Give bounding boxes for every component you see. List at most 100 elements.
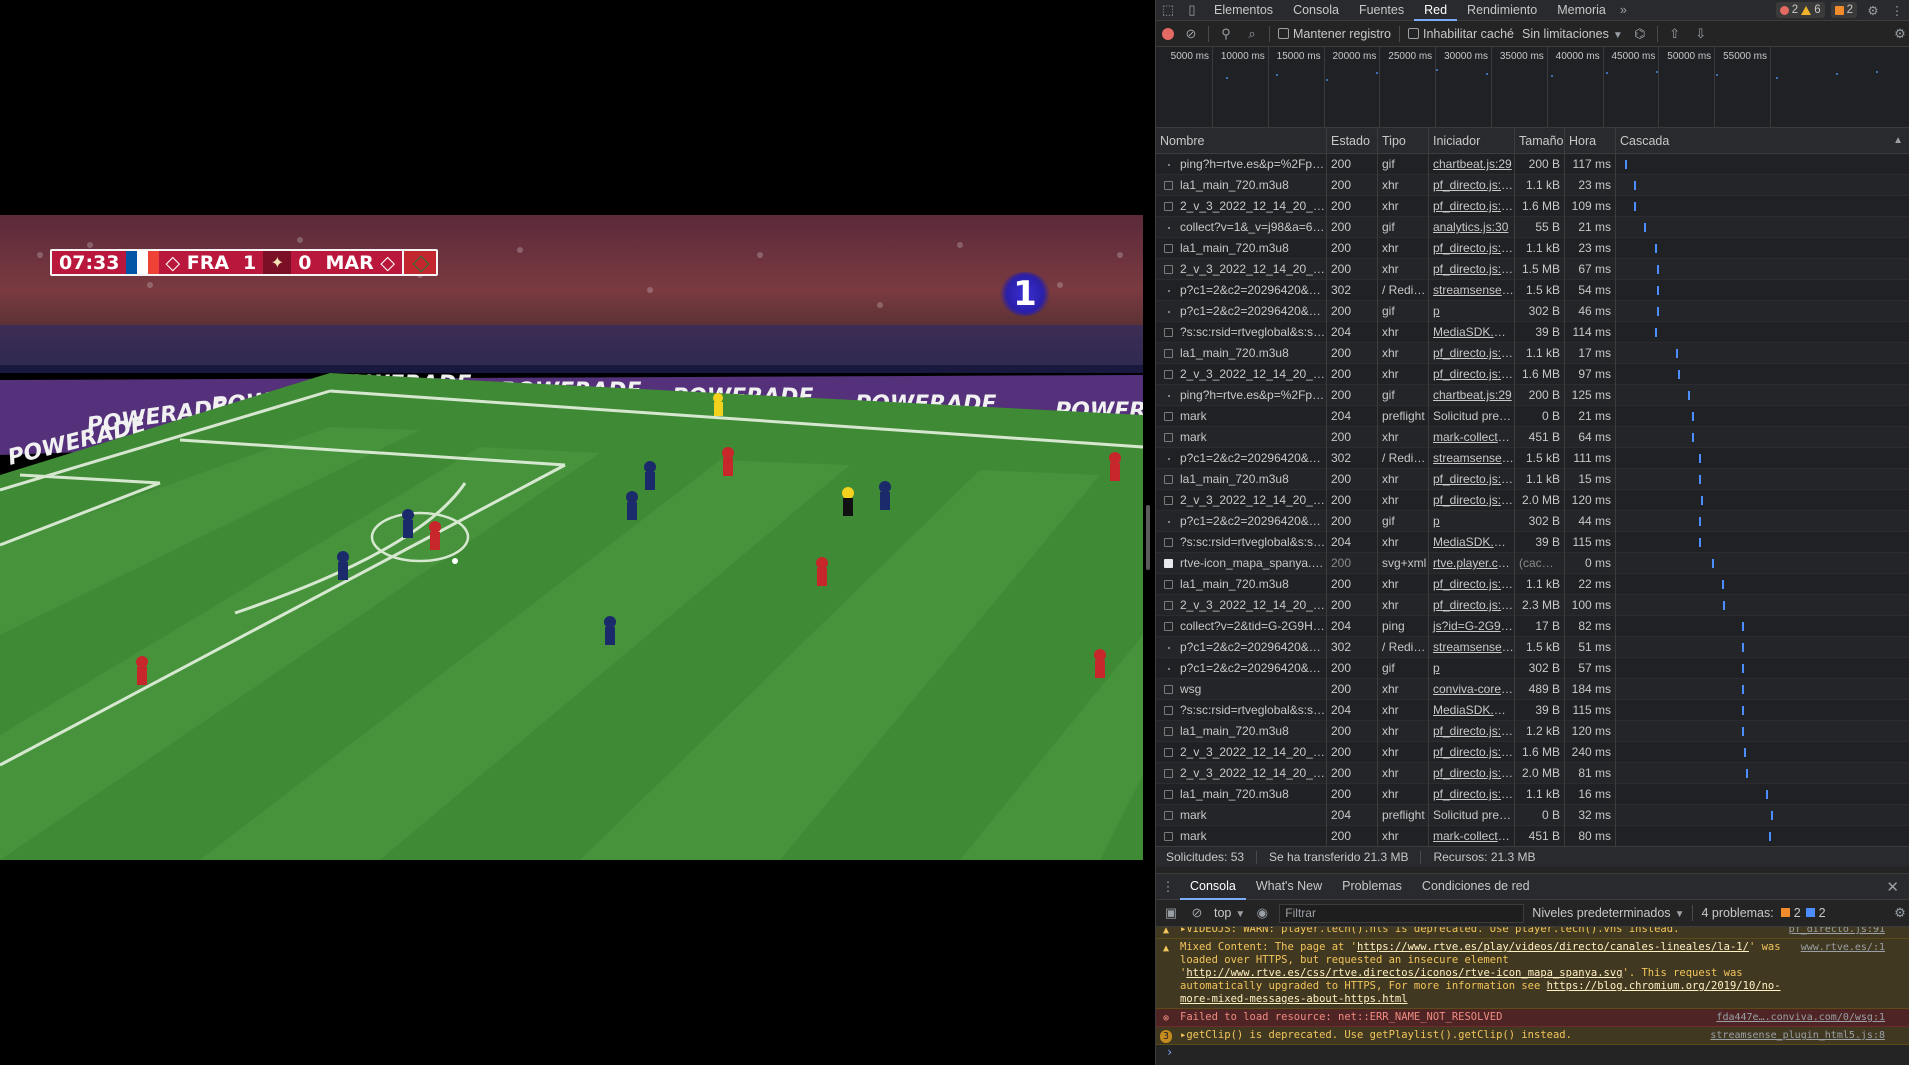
disable-cache-checkbox[interactable]: Inhabilitar caché [1407,27,1514,41]
log-source-link[interactable]: www.rtve.es/:1 [1801,941,1885,954]
table-row[interactable]: 2_v_3_2022_12_14_20_07_00...200xhrpf_dir… [1156,364,1909,385]
table-row[interactable]: mark 204 preflight Solicitud prepa... 0 B 21 … [1156,406,1909,427]
console-settings-icon[interactable]: ⚙ [1891,905,1909,921]
table-row[interactable]: 2_v_3_2022_12_14_20_06_50...200xhrpf_dir… [1156,196,1909,217]
drawer-tab-condiciones-red[interactable]: Condiciones de red [1412,873,1540,900]
row-initiator[interactable]: mark-collector... [1428,826,1514,846]
row-initiator[interactable]: pf_directo.js:78... [1428,196,1514,217]
table-row[interactable]: ping?h=rtve.es&p=%2Fplay%...200gifchartb… [1156,385,1909,406]
row-initiator[interactable]: pf_directo.js:78... [1428,364,1514,385]
row-initiator[interactable]: pf_directo.js:78... [1428,763,1514,784]
page-scrollbar[interactable] [1146,505,1150,570]
row-initiator[interactable]: streamsense_p... [1428,448,1514,469]
console-error-name-not-resolved[interactable]: ⊗ Failed to load resource: net::ERR_NAME… [1156,1009,1909,1027]
preserve-log-checkbox[interactable]: Mantener registro [1278,27,1391,41]
device-toolbar-icon[interactable]: ▯ [1180,2,1204,18]
table-row[interactable]: mark 200 xhr mark-collector... 451 B 80 ms [1156,826,1909,846]
row-initiator[interactable]: pf_directo.js:78... [1428,259,1514,280]
row-initiator[interactable]: conviva-core-s... [1428,679,1514,700]
tab-fuentes[interactable]: Fuentes [1349,0,1414,21]
row-initiator[interactable]: analytics.js:30 [1428,217,1514,238]
table-row[interactable]: 2_v_3_2022_12_14_20_07_10...200xhrpf_dir… [1156,595,1909,616]
log-levels-select[interactable]: Niveles predeterminados ▼ [1532,906,1684,920]
log-source-link[interactable]: pf_directo.js:91 [1789,927,1885,936]
row-initiator[interactable]: pf_directo.js:78... [1428,469,1514,490]
table-row[interactable]: p?c1=2&c2=20296420&ns_ap...200gifp302 B5… [1156,658,1909,679]
tab-red[interactable]: Red [1414,0,1458,21]
mixed-resource-link[interactable]: http://www.rtve.es/css/rtve.directos/ico… [1186,967,1622,979]
table-row[interactable]: p?c1=2&c2=20296420&ns_ap...200gifp302 B4… [1156,301,1909,322]
inspect-icon[interactable]: ⬚ [1156,2,1180,18]
table-row[interactable]: la1_main_720.m3u8200xhrpf_directo.js:78.… [1156,574,1909,595]
drawer-tab-problemas[interactable]: Problemas [1332,873,1412,900]
table-row[interactable]: 2_v_3_2022_12_14_20_07_05...200xhrpf_dir… [1156,490,1909,511]
clear-console-icon[interactable]: ⊘ [1188,905,1206,921]
table-row[interactable]: la1_main_720.m3u8200xhrpf_directo.js:78.… [1156,721,1909,742]
row-initiator[interactable]: pf_directo.js:78... [1428,490,1514,511]
row-initiator[interactable]: chartbeat.js:29 [1428,385,1514,406]
console-prompt-input[interactable]: › [1156,1045,1909,1061]
tab-elementos[interactable]: Elementos [1204,0,1283,21]
row-initiator[interactable]: Solicitud prepa... [1428,406,1514,427]
row-initiator[interactable]: streamsense_p... [1428,280,1514,301]
console-filter-input[interactable] [1279,903,1525,923]
table-row[interactable]: collect?v=1&_v=j98&a=62929...200gifanaly… [1156,217,1909,238]
more-tabs-icon[interactable]: » [1616,3,1631,17]
table-row[interactable]: ?s:sc:rsid=rtveglobal&s:sc:trac...204xhr… [1156,532,1909,553]
settings-gear-icon[interactable]: ⚙ [1861,3,1885,18]
search-icon[interactable]: ⌕ [1243,26,1261,42]
log-source-link[interactable]: streamsense_plugin_html5.js:8 [1710,1029,1885,1042]
col-iniciador[interactable]: Iniciador [1428,128,1514,153]
errors-warnings-badge[interactable]: 2 6 [1775,2,1825,18]
sidebar-toggle-icon[interactable]: ▣ [1162,905,1180,921]
row-initiator[interactable]: pf_directo.js:78... [1428,574,1514,595]
table-row[interactable]: collect?v=2&tid=G-2G9HMCP...204pingjs?id… [1156,616,1909,637]
video-frame[interactable]: POWERADE POWERADE POWERADE POWERADE POWE… [0,215,1143,860]
issues-badge[interactable]: 2 [1830,2,1857,18]
table-row[interactable]: 2_v_3_2022_12_14_20_07_15...200xhrpf_dir… [1156,742,1909,763]
drawer-tab-whats-new[interactable]: What's New [1246,873,1332,900]
log-source-link[interactable]: fda447e….conviva.com/0/wsg:1 [1716,1011,1885,1024]
network-conditions-icon[interactable]: ⌬ [1631,26,1649,42]
throttling-select[interactable]: Sin limitaciones ▼ [1522,27,1623,41]
row-initiator[interactable]: pf_directo.js:78... [1428,721,1514,742]
drawer-tab-consola[interactable]: Consola [1180,873,1246,900]
row-initiator[interactable]: pf_directo.js:78... [1428,343,1514,364]
table-row[interactable]: mark 204 preflight Solicitud prepa... 0 B 32 … [1156,805,1909,826]
row-initiator[interactable]: rtve.player.cctt... [1428,553,1514,574]
export-har-icon[interactable]: ⇩ [1692,26,1710,42]
table-row[interactable]: p?c1=2&c2=20296420&ns_ap...302/ Redirigi… [1156,280,1909,301]
table-row[interactable]: ?s:sc:rsid=rtveglobal&s:sc:trac...204xhr… [1156,700,1909,721]
table-row[interactable]: 2_v_3_2022_12_14_20_07_20...200xhrpf_dir… [1156,763,1909,784]
row-initiator[interactable]: p [1428,658,1514,679]
table-row[interactable]: p?c1=2&c2=20296420&ns_ap...302/ Redirigi… [1156,637,1909,658]
row-initiator[interactable]: pf_directo.js:78... [1428,175,1514,196]
tab-memoria[interactable]: Memoria [1547,0,1616,21]
table-row[interactable]: p?c1=2&c2=20296420&ns_ap...302/ Redirigi… [1156,448,1909,469]
table-row[interactable]: la1_main_720.m3u8200xhrpf_directo.js:78.… [1156,469,1909,490]
table-row[interactable]: mark 200 xhr mark-collector... 451 B 64 ms [1156,427,1909,448]
row-initiator[interactable]: pf_directo.js:78... [1428,595,1514,616]
row-initiator[interactable]: p [1428,301,1514,322]
row-initiator[interactable]: pf_directo.js:78... [1428,742,1514,763]
filter-icon[interactable]: ⚲ [1217,26,1235,42]
table-row[interactable]: ?s:sc:rsid=rtveglobal&s:sc:trac...204xhr… [1156,322,1909,343]
console-warning-getclip[interactable]: 3 ▸getClip() is deprecated. Use getPlayl… [1156,1027,1909,1045]
row-initiator[interactable]: MediaSDK.min... [1428,322,1514,343]
col-nombre[interactable]: Nombre [1156,128,1326,153]
row-initiator[interactable]: mark-collector... [1428,427,1514,448]
network-overview-timeline[interactable]: 5000 ms 10000 ms 15000 ms 20000 ms 25000 ms 3… [1156,47,1909,128]
more-options-icon[interactable]: ⋮ [1885,3,1909,18]
table-row[interactable]: la1_main_720.m3u8200xhrpf_directo.js:78.… [1156,175,1909,196]
live-expression-eye-icon[interactable]: ◉ [1253,905,1271,921]
table-row[interactable]: la1_main_720.m3u8200xhrpf_directo.js:78.… [1156,784,1909,805]
mixed-page-link[interactable]: https://www.rtve.es/play/videos/directo/… [1357,941,1749,953]
record-icon[interactable] [1162,27,1174,40]
import-har-icon[interactable]: ⇧ [1666,26,1684,42]
table-row[interactable]: la1_main_720.m3u8200xhrpf_directo.js:78.… [1156,343,1909,364]
row-initiator[interactable]: MediaSDK.min... [1428,700,1514,721]
table-row[interactable]: 2_v_3_2022_12_14_20_06_55...200xhrpf_dir… [1156,259,1909,280]
col-tipo[interactable]: Tipo [1377,128,1428,153]
clear-icon[interactable]: ⊘ [1182,26,1200,42]
console-warning-mixed-content[interactable]: ▲ Mixed Content: The page at 'https://ww… [1156,939,1909,1009]
